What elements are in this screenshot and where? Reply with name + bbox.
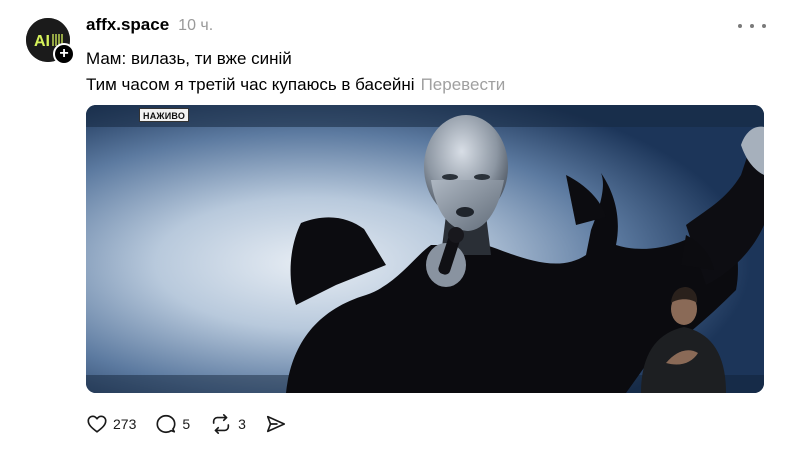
video-frame — [86, 105, 764, 393]
repost-button[interactable]: 3 — [209, 413, 246, 435]
post-line-2-text: Тим часом я третій час купаюсь в басейні — [86, 75, 415, 94]
like-count: 273 — [113, 416, 137, 432]
post-text: Мам: вилазь, ти вже синій Тим часом я тр… — [86, 46, 505, 98]
more-dot — [750, 24, 754, 28]
post-line-1: Мам: вилазь, ти вже синій — [86, 46, 505, 72]
post-actions: 273 5 3 — [86, 412, 306, 436]
post-line-1-text: Мам: вилазь, ти вже синій — [86, 49, 292, 68]
follow-plus-icon[interactable]: + — [53, 43, 75, 65]
share-button[interactable] — [265, 413, 287, 435]
post-header: affx.space 10 ч. — [86, 15, 213, 37]
repost-icon — [212, 414, 230, 434]
username[interactable]: affx.space — [86, 15, 169, 35]
heart-icon — [87, 415, 107, 433]
post-line-2: Тим часом я третій час купаюсь в басейні… — [86, 72, 505, 98]
translate-link[interactable]: Перевести — [421, 75, 506, 94]
timestamp[interactable]: 10 ч. — [178, 17, 213, 35]
post-video[interactable]: НАЖИВО — [86, 105, 764, 393]
reply-count: 5 — [182, 416, 191, 432]
more-dot — [738, 24, 742, 28]
repost-count: 3 — [238, 416, 246, 432]
comment-icon — [156, 414, 176, 434]
live-badge: НАЖИВО — [139, 108, 190, 122]
reply-button[interactable]: 5 — [155, 413, 190, 435]
more-dot — [762, 24, 766, 28]
more-options-icon[interactable] — [738, 20, 766, 32]
send-icon — [266, 415, 286, 433]
avatar-logo-text: AI — [34, 33, 50, 50]
like-button[interactable]: 273 — [86, 413, 136, 435]
